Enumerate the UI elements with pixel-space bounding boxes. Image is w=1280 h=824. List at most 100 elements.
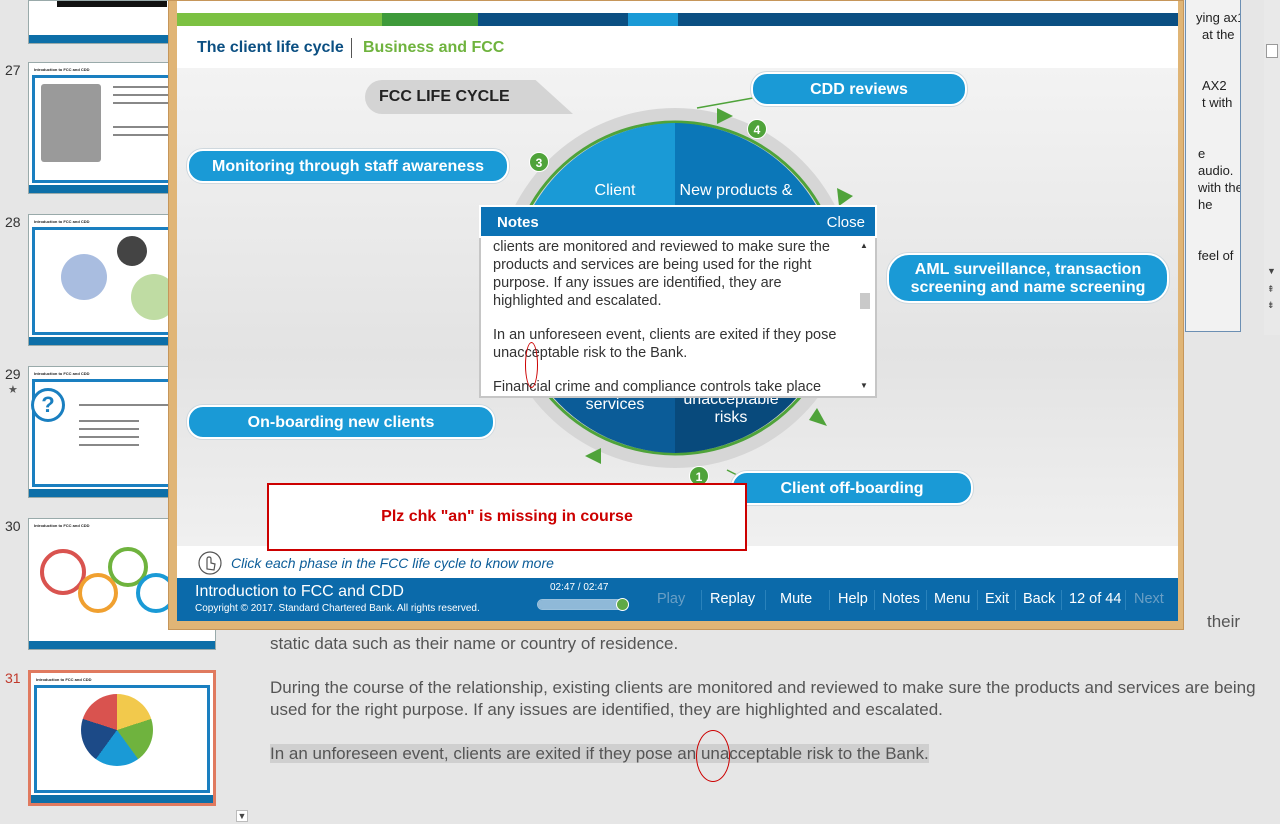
text-fragment: at the: [1202, 27, 1235, 42]
segment-label-line: risks: [714, 409, 748, 426]
course-player-window: The client life cycle Business and FCC F…: [168, 0, 1184, 630]
course-title: Introduction to FCC and CDD: [195, 583, 404, 600]
exit-button[interactable]: Exit: [985, 591, 1009, 607]
scroll-down-arrow-icon[interactable]: ▼: [860, 381, 868, 390]
text-fragment: AX2: [1202, 78, 1227, 93]
slide-number: 29: [5, 366, 21, 382]
notes-paragraph-highlighted: In an unforeseen event, clients are exit…: [270, 743, 929, 765]
slide-thumbnail-31-selected[interactable]: Introduction to FCC and CDD: [28, 670, 216, 806]
scroll-down-arrow-icon[interactable]: ▼: [236, 810, 248, 822]
scroll-down-arrow-icon[interactable]: ⇟: [1267, 300, 1275, 311]
thumb-text-line: [79, 420, 139, 422]
notes-button[interactable]: Notes: [882, 591, 920, 607]
title-separator: [351, 38, 352, 58]
arrow-head-icon: [809, 408, 827, 426]
help-button[interactable]: Help: [838, 591, 868, 607]
notes-paragraph: In an unforeseen event, clients are exit…: [493, 327, 837, 361]
close-button[interactable]: Close: [827, 214, 865, 231]
back-button[interactable]: Back: [1023, 591, 1055, 607]
right-side-text-box: ying ax1 at the AX2 t with e audio. with…: [1185, 0, 1241, 332]
menu-button[interactable]: Menu: [934, 591, 970, 607]
thumb-text-line: [79, 444, 139, 446]
checkbox[interactable]: [1266, 44, 1278, 58]
progress-bar[interactable]: [537, 598, 629, 611]
strip-green-dark: [382, 13, 478, 26]
text-fragment: he: [1198, 197, 1213, 212]
text-fragment: audio.: [1198, 163, 1234, 178]
divider: [926, 590, 927, 610]
thumb-text-line: [79, 428, 139, 430]
thumb-title: Introduction to FCC and CDD: [34, 523, 90, 528]
slide-number: 28: [5, 214, 21, 230]
scroll-down-arrow-icon[interactable]: ▼: [1267, 266, 1276, 276]
people-icon: [117, 236, 147, 266]
review-comment-callout: Plz chk "an" is missing in course: [267, 483, 747, 551]
divider: [701, 590, 702, 610]
player-control-bar: Introduction to FCC and CDD Copyright © …: [177, 578, 1178, 621]
phase-badge-3: 3: [529, 152, 549, 172]
question-icon: ?: [31, 388, 65, 422]
strip-green-light: [177, 13, 382, 26]
phase-label-line: screening and name screening: [910, 279, 1146, 296]
mute-button[interactable]: Mute: [780, 591, 812, 607]
divider: [765, 590, 766, 610]
fcc-life-cycle-diagram: FCC LIFE CYCLE CDD reviews Monitoring th…: [177, 68, 1178, 546]
phase-cdd-reviews[interactable]: CDD reviews: [751, 72, 967, 106]
annotation-circle: [696, 730, 730, 782]
play-button[interactable]: Play: [657, 591, 685, 607]
scroll-up-arrow-icon[interactable]: ⇞: [1267, 284, 1275, 295]
thumb-wheel: [81, 694, 153, 766]
divider: [874, 590, 875, 610]
scroll-up-arrow-icon[interactable]: ▲: [860, 241, 868, 250]
divider: [1061, 590, 1062, 610]
phase-aml-surveillance[interactable]: AML surveillance, transaction screening …: [887, 253, 1169, 303]
segment-label: Client: [594, 182, 636, 199]
phase-monitoring[interactable]: Monitoring through staff awareness: [187, 149, 509, 183]
connector-line: [696, 97, 754, 109]
next-button[interactable]: Next: [1134, 591, 1164, 607]
strip-blue-light: [628, 13, 678, 26]
thumb-title: Introduction to FCC and CDD: [34, 67, 90, 72]
thumb-title: Introduction to FCC and CDD: [34, 219, 90, 224]
strip-blue-dark: [478, 13, 628, 26]
playback-time: 02:47 / 02:47: [550, 582, 609, 593]
screen: { "sidebar": { "slides": [ {"number": "2…: [0, 0, 1280, 824]
text-fragment: e: [1198, 146, 1206, 161]
progress-handle[interactable]: [616, 598, 629, 611]
divider: [829, 590, 830, 610]
text-fragment: feel of: [1198, 248, 1234, 263]
segment-label: New products &: [679, 182, 793, 199]
text-fragment: ying ax1: [1196, 10, 1241, 25]
segment-label: services: [585, 396, 645, 413]
right-scrollbar[interactable]: ▼ ⇞ ⇟: [1264, 0, 1280, 335]
notes-paragraph: clients are monitored and reviewed to ma…: [493, 239, 830, 309]
hand-pointer-icon: [198, 551, 222, 575]
slide-subtitle: Business and FCC: [363, 39, 505, 56]
course-stage: The client life cycle Business and FCC F…: [177, 1, 1178, 621]
top-white-strip: [177, 1, 1178, 13]
notes-popup-title: Notes: [497, 214, 539, 231]
phase-onboarding[interactable]: On-boarding new clients: [187, 405, 495, 439]
hint-row: Click each phase in the FCC life cycle t…: [197, 549, 797, 577]
thumb-title: Introduction to FCC and CDD: [34, 371, 90, 376]
scrollbar-thumb[interactable]: [860, 293, 870, 309]
thumb-title: Introduction to FCC and CDD: [36, 677, 92, 682]
divider: [1015, 590, 1016, 610]
annotation-circle: [525, 342, 538, 388]
thumb-footer-bar: [31, 795, 213, 803]
animation-star-icon: ★: [8, 384, 18, 396]
hint-text: Click each phase in the FCC life cycle t…: [231, 555, 554, 571]
notes-scrollbar[interactable]: ▲ ▼: [859, 241, 871, 391]
replay-button[interactable]: Replay: [710, 591, 755, 607]
progress-fill: [538, 600, 628, 609]
copyright-text: Copyright © 2017. Standard Chartered Ban…: [195, 603, 480, 614]
selected-text: In an unforeseen event, clients are exit…: [270, 744, 929, 763]
slide-header: The client life cycle Business and FCC: [177, 26, 1178, 68]
notes-popup-header: Notes Close: [479, 205, 877, 238]
divider: [1125, 590, 1126, 610]
phase-client-offboarding[interactable]: Client off-boarding: [731, 471, 973, 505]
thumb-dark-bar: [57, 1, 167, 7]
slide-number: 30: [5, 518, 21, 534]
text-fragment: with the: [1198, 180, 1241, 195]
notes-popup-body[interactable]: clients are monitored and reviewed to ma…: [493, 238, 851, 393]
